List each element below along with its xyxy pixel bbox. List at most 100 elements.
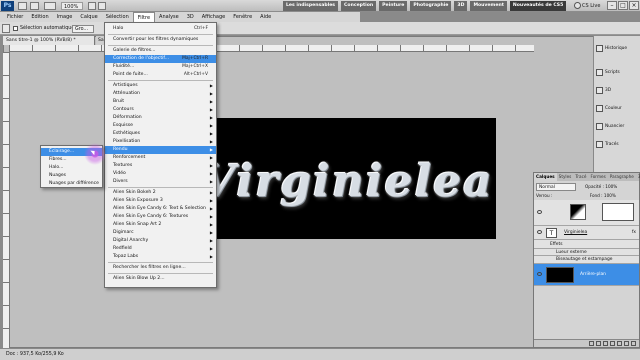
new-layer-icon[interactable]	[624, 341, 629, 346]
filter-menu: Halo Ctrl+F Convertir pour les filtres dyn…	[104, 22, 217, 288]
render-submenu-item-nuages-par-difference[interactable]: Nuages par différence	[41, 180, 102, 188]
fx-badge[interactable]: fx	[632, 230, 636, 235]
menu-file[interactable]: Fichier	[3, 12, 27, 22]
layer-row-arriere-plan[interactable]: Arrière-plan	[534, 264, 639, 286]
adjustment-layer-icon[interactable]	[610, 341, 615, 346]
new-group-icon[interactable]	[617, 341, 622, 346]
menu-window[interactable]: Fenêtre	[229, 12, 256, 22]
layer-row-biseautage-et-estampage[interactable]: Biseautage et estampage	[534, 256, 639, 264]
filter-menu-item-esquisse[interactable]: Esquisse ▶	[105, 122, 216, 130]
render-submenu-item-nuages[interactable]: Nuages	[41, 172, 102, 180]
layer-row-virginielea[interactable]: T Virginielea fx	[534, 226, 639, 240]
menu-layer[interactable]: Calque	[76, 12, 101, 22]
render-submenu-item-halo[interactable]: Halo...	[41, 164, 102, 172]
filter-menu-item-bruit[interactable]: Bruit ▶	[105, 98, 216, 106]
filter-menu-item-deformation[interactable]: Déformation ▶	[105, 114, 216, 122]
filter-menu-item-divers[interactable]: Divers ▶	[105, 178, 216, 186]
filter-menu-item-alien-skin-blow-up-2[interactable]: Alien Skin Blow Up 2...	[105, 275, 216, 283]
filter-menu-item-artistiques[interactable]: Artistiques ▶	[105, 82, 216, 90]
filter-menu-item-renforcement[interactable]: Renforcement ▶	[105, 154, 216, 162]
filter-menu-item-alien-skin-eye-candy-6-textures[interactable]: Alien Skin Eye Candy 6: Textures ▶	[105, 213, 216, 221]
filter-menu-item-halo[interactable]: Halo Ctrl+F	[105, 25, 216, 33]
layers-tab-paragraphe[interactable]: Paragraphe	[608, 173, 636, 181]
minibridge-icon[interactable]	[30, 2, 39, 10]
filter-menu-item-alien-skin-eye-candy-6-text-selection[interactable]: Alien Skin Eye Candy 6: Text & Selection…	[105, 205, 216, 213]
filter-menu-item-fluidite[interactable]: Fluidité... Maj+Ctrl+X	[105, 63, 216, 71]
filter-menu-item-alien-skin-bokeh-2[interactable]: Alien Skin Bokeh 2 ▶	[105, 189, 216, 197]
filter-menu-item-rechercher-les-filtres-en-ligne[interactable]: Rechercher les filtres en ligne...	[105, 264, 216, 272]
link-layers-icon[interactable]	[589, 341, 594, 346]
fx-icon[interactable]	[596, 341, 601, 346]
filter-menu-item-label: Fluidité...	[113, 64, 135, 69]
dock-panel-nuancier[interactable]: Nuancier	[596, 118, 639, 134]
hand-tool-icon[interactable]	[88, 2, 96, 10]
layers-tab-styles[interactable]: Styles	[557, 173, 574, 181]
filter-menu-item-esthetiques[interactable]: Esthétiques ▶	[105, 130, 216, 138]
menu-image[interactable]: Image	[53, 12, 77, 22]
dock-panel-couleur[interactable]: Couleur	[596, 100, 639, 116]
eye-icon[interactable]	[537, 230, 542, 234]
filter-menu-item-galerie-de-filtres[interactable]: Galerie de filtres...	[105, 47, 216, 55]
filter-menu-item-correction-de-l-objectif[interactable]: Correction de l'objectif... Maj+Ctrl+R	[105, 55, 216, 63]
cs-live-button[interactable]: CS Live	[582, 1, 600, 11]
filter-menu-item-convertir-pour-les-filtres-dynamiques[interactable]: Convertir pour les filtres dynamiques	[105, 36, 216, 44]
workspace-3d[interactable]: 3D	[454, 1, 468, 11]
opacity-field[interactable]: Opacité : 100%	[585, 183, 637, 191]
workspace-new-in-cs5[interactable]: Nouveautés de CS5	[509, 1, 567, 11]
filter-menu-item-alien-skin-snap-art-2[interactable]: Alien Skin Snap Art 2 ▶	[105, 221, 216, 229]
workspace-painting[interactable]: Peinture	[379, 1, 408, 11]
layers-tab-3d[interactable]: 3D	[636, 173, 640, 181]
menu-edit[interactable]: Edition	[27, 12, 52, 22]
filter-menu-item-contours[interactable]: Contours ▶	[105, 106, 216, 114]
add-mask-icon[interactable]	[603, 341, 608, 346]
menu-view[interactable]: Affichage	[198, 12, 230, 22]
menu-analysis[interactable]: Analyse	[155, 12, 183, 22]
filter-menu-item-video[interactable]: Vidéo ▶	[105, 170, 216, 178]
filter-menu-item-point-de-fuite[interactable]: Point de fuite... Alt+Ctrl+V	[105, 71, 216, 79]
layers-tab-trace[interactable]: Tracé	[573, 173, 588, 181]
filter-menu-item-topaz-labs[interactable]: Topaz Labs ▶	[105, 253, 216, 261]
layer-row-lueur-externe[interactable]: Lueur externe	[534, 249, 639, 256]
eye-icon[interactable]	[537, 210, 542, 214]
menu-3d[interactable]: 3D	[183, 12, 198, 22]
workspace-essentials[interactable]: Les indispensables	[283, 1, 339, 11]
maximize-button[interactable]: □	[618, 1, 628, 10]
minimize-button[interactable]: –	[607, 1, 617, 10]
filter-menu-item-alien-skin-exposure-3[interactable]: Alien Skin Exposure 3 ▶	[105, 197, 216, 205]
filter-menu-item-pixellisation[interactable]: Pixellisation ▶	[105, 138, 216, 146]
auto-select-target-dropdown[interactable]: Gro...	[72, 25, 94, 33]
layer-row-effets[interactable]: Effets	[534, 240, 639, 249]
layers-tab-formes[interactable]: Formes	[588, 173, 607, 181]
filter-menu-item-redfield[interactable]: Redfield ▶	[105, 245, 216, 253]
dock-panel-scripts[interactable]: Scripts	[596, 64, 639, 80]
dock-panel-3d[interactable]: 3D	[596, 82, 639, 98]
menu-filter[interactable]: Filtre	[132, 12, 156, 22]
layers-tab-calques[interactable]: Calques	[534, 173, 557, 181]
dock-panel-traces[interactable]: Tracés	[596, 136, 639, 152]
filter-menu-item-rendu[interactable]: Rendu ▶	[105, 146, 216, 154]
dock-panel-historique[interactable]: Historique	[596, 40, 639, 56]
zoom-tool-icon[interactable]	[98, 2, 106, 10]
fill-field[interactable]: Fond : 100%	[590, 193, 616, 198]
layer-row-mask[interactable]	[534, 200, 639, 226]
filter-menu-item-attenuation[interactable]: Atténuation ▶	[105, 90, 216, 98]
filter-menu-item-digital-anarchy[interactable]: Digital Anarchy ▶	[105, 237, 216, 245]
menu-select[interactable]: Sélection	[102, 12, 133, 22]
workspace-photography[interactable]: Photographie	[410, 1, 452, 11]
filter-menu-item-textures[interactable]: Textures ▶	[105, 162, 216, 170]
workspace-motion[interactable]: Mouvement	[470, 1, 507, 11]
filter-menu-item-digimarc[interactable]: Digimarc ▶	[105, 229, 216, 237]
zoom-level-field[interactable]: 100%	[61, 2, 83, 10]
auto-select-checkbox[interactable]	[13, 26, 18, 31]
eye-icon[interactable]	[537, 272, 542, 276]
filter-menu-item-shortcut: Maj+Ctrl+R	[182, 56, 208, 61]
trash-icon[interactable]	[631, 341, 636, 346]
close-button[interactable]: ×	[629, 1, 639, 10]
document-tab[interactable]: Sans titre-1 @ 100% (RVB/8) *	[3, 36, 95, 45]
workspace-design[interactable]: Conception	[341, 1, 377, 11]
move-tool-icon[interactable]	[2, 24, 10, 33]
blend-mode-dropdown[interactable]: Normal	[536, 183, 576, 191]
menu-help[interactable]: Aide	[256, 12, 275, 22]
view-extras-icon[interactable]	[44, 2, 56, 10]
bridge-icon[interactable]	[18, 2, 27, 10]
